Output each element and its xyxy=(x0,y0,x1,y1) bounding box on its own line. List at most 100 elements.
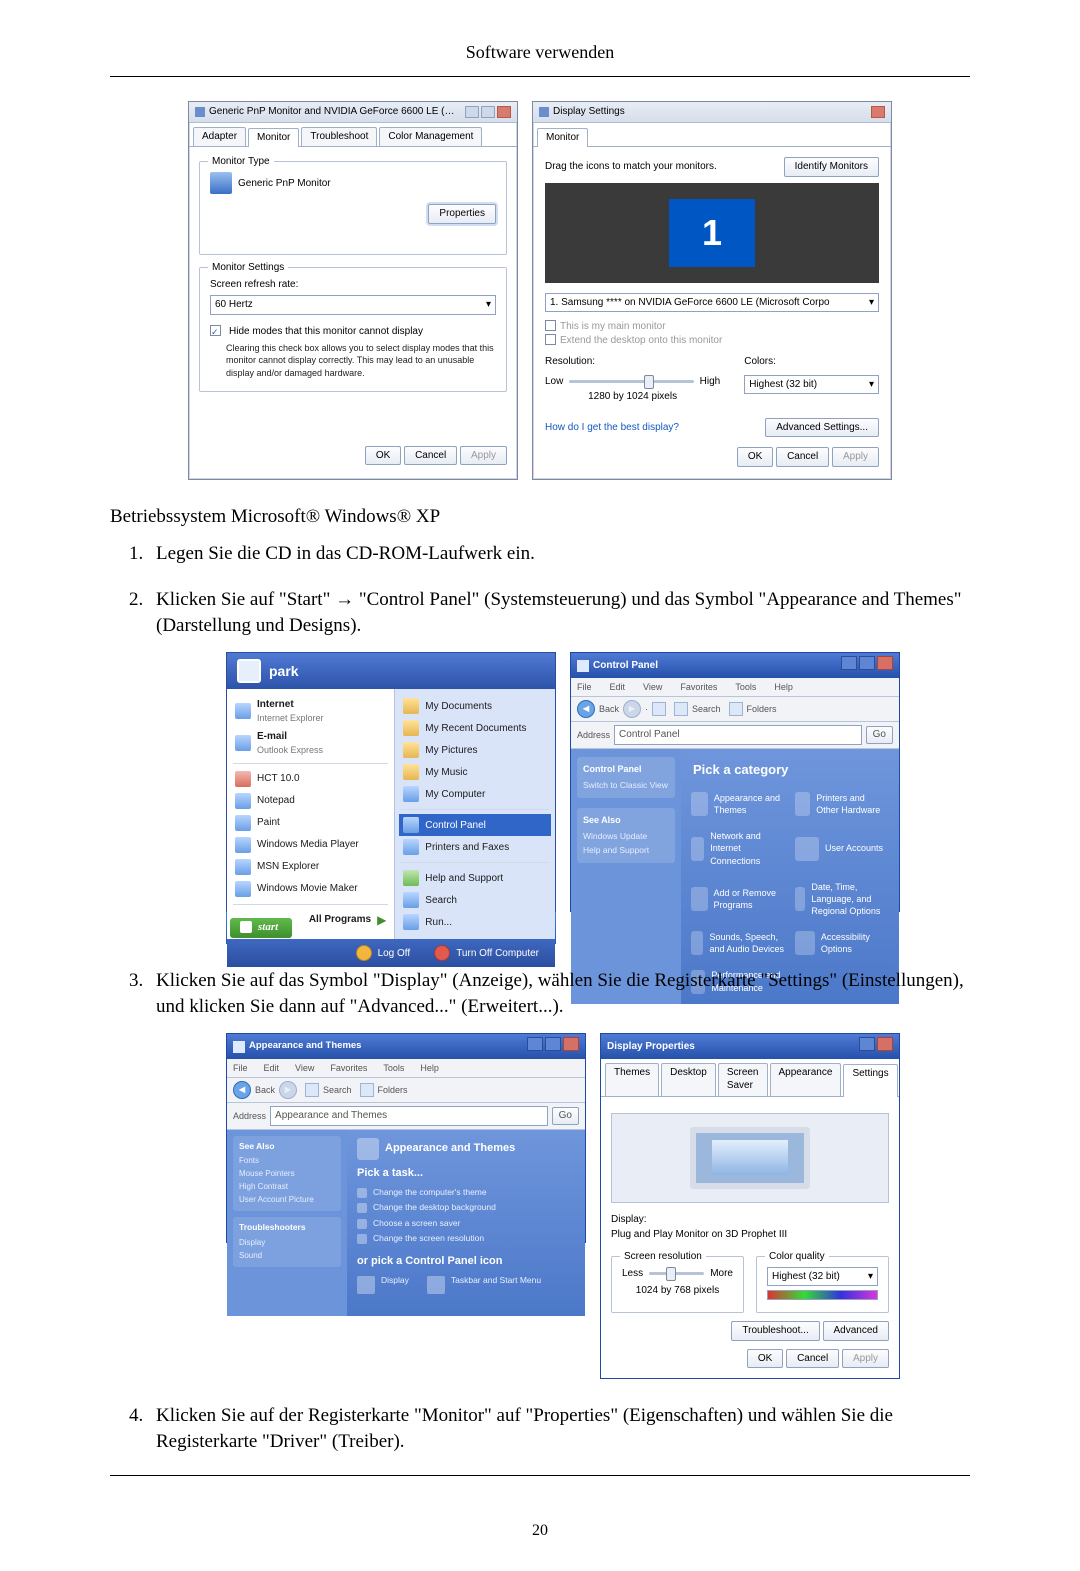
tab-desktop[interactable]: Desktop xyxy=(661,1063,716,1096)
monitor-select[interactable]: 1. Samsung **** on NVIDIA GeForce 6600 L… xyxy=(545,293,879,313)
start-menu-item[interactable]: Printers and Faxes xyxy=(399,836,551,858)
task-link[interactable]: Choose a screen saver xyxy=(357,1218,575,1229)
category-item[interactable]: User Accounts xyxy=(795,830,889,866)
up-icon[interactable] xyxy=(652,702,666,716)
side-panel-link[interactable]: Windows Update xyxy=(583,830,669,843)
start-menu-item[interactable]: Windows Movie Maker xyxy=(231,878,390,900)
cancel-button[interactable]: Cancel xyxy=(404,446,457,466)
menu-edit[interactable]: Edit xyxy=(264,1062,280,1074)
task-link[interactable]: Change the screen resolution xyxy=(357,1233,575,1244)
side-panel-link[interactable]: Mouse Pointers xyxy=(239,1168,335,1181)
forward-button[interactable]: ► xyxy=(279,1081,297,1099)
close-icon[interactable] xyxy=(497,106,511,118)
task-link[interactable]: Change the computer's theme xyxy=(357,1187,575,1198)
start-menu-item[interactable]: My Pictures xyxy=(399,739,551,761)
window-controls[interactable] xyxy=(871,106,885,118)
tab-monitor[interactable]: Monitor xyxy=(248,128,299,148)
menu-view[interactable]: View xyxy=(295,1062,314,1074)
menu-tools[interactable]: Tools xyxy=(735,681,756,693)
start-button[interactable]: start xyxy=(230,918,292,938)
properties-button[interactable]: Properties xyxy=(428,204,496,224)
window-controls[interactable] xyxy=(465,106,511,118)
cancel-button[interactable]: Cancel xyxy=(776,447,829,467)
start-menu-item[interactable]: HCT 10.0 xyxy=(231,768,390,790)
monitor-1-icon[interactable]: 1 xyxy=(667,197,757,269)
advanced-settings-button[interactable]: Advanced Settings... xyxy=(765,418,879,438)
turnoff-button[interactable]: Turn Off Computer xyxy=(426,943,547,963)
folders-icon[interactable] xyxy=(729,702,743,716)
start-menu-item[interactable]: Help and Support xyxy=(399,867,551,889)
start-menu-item[interactable]: My Documents xyxy=(399,695,551,717)
start-menu-item[interactable]: InternetInternet Explorer xyxy=(231,695,390,727)
close-icon[interactable] xyxy=(871,106,885,118)
tab-themes[interactable]: Themes xyxy=(605,1063,659,1096)
color-quality-select[interactable]: Highest (32 bit)▾ xyxy=(767,1267,878,1287)
back-button[interactable]: ◄ xyxy=(577,700,595,718)
maximize-icon[interactable] xyxy=(481,106,495,118)
side-panel-link[interactable]: Sound xyxy=(239,1250,335,1263)
start-menu-item[interactable]: Run... xyxy=(399,911,551,933)
tab-appearance[interactable]: Appearance xyxy=(770,1063,842,1096)
ok-button[interactable]: OK xyxy=(737,447,773,467)
identify-monitors-button[interactable]: Identify Monitors xyxy=(784,157,879,177)
tab-color-management[interactable]: Color Management xyxy=(379,127,482,147)
address-bar[interactable]: Control Panel xyxy=(614,725,862,745)
tab-screen-saver[interactable]: Screen Saver xyxy=(718,1063,768,1096)
menu-tools[interactable]: Tools xyxy=(383,1062,404,1074)
category-item[interactable]: Add or Remove Programs xyxy=(691,881,785,917)
category-item[interactable]: Appearance and Themes xyxy=(691,792,785,816)
category-item[interactable]: Accessibility Options xyxy=(795,931,889,955)
menu-favorites[interactable]: Favorites xyxy=(680,681,717,693)
address-bar[interactable]: Appearance and Themes xyxy=(270,1106,548,1126)
start-menu-item[interactable]: Notepad xyxy=(231,790,390,812)
menu-favorites[interactable]: Favorites xyxy=(330,1062,367,1074)
menu-view[interactable]: View xyxy=(643,681,662,693)
go-button[interactable]: Go xyxy=(866,726,893,744)
colors-select[interactable]: Highest (32 bit) ▾ xyxy=(744,375,879,395)
apply-button[interactable]: Apply xyxy=(460,446,507,466)
forward-button[interactable]: ► xyxy=(623,700,641,718)
start-menu-item[interactable]: My Recent Documents xyxy=(399,717,551,739)
folders-icon[interactable] xyxy=(360,1083,374,1097)
category-item[interactable]: Printers and Other Hardware xyxy=(795,792,889,816)
cancel-button[interactable]: Cancel xyxy=(786,1349,839,1369)
category-item[interactable]: Date, Time, Language, and Regional Optio… xyxy=(795,881,889,917)
go-button[interactable]: Go xyxy=(552,1107,579,1125)
resolution-slider[interactable] xyxy=(569,380,693,383)
ok-button[interactable]: OK xyxy=(365,446,401,466)
window-controls[interactable] xyxy=(525,1037,579,1056)
best-display-link[interactable]: How do I get the best display? xyxy=(545,421,679,435)
menu-file[interactable]: File xyxy=(233,1062,248,1074)
hide-modes-checkbox[interactable] xyxy=(210,325,221,336)
start-menu-item[interactable]: Control Panel xyxy=(399,814,551,836)
cp-icon-link[interactable]: Display xyxy=(357,1275,409,1294)
logoff-button[interactable]: Log Off xyxy=(348,943,419,963)
slider-thumb[interactable] xyxy=(644,375,654,389)
tab-settings[interactable]: Settings xyxy=(843,1064,897,1097)
back-button[interactable]: ◄ xyxy=(233,1081,251,1099)
start-menu-item[interactable]: E-mailOutlook Express xyxy=(231,727,390,759)
side-panel-link[interactable]: Display xyxy=(239,1237,335,1250)
tab-adapter[interactable]: Adapter xyxy=(193,127,246,147)
menu-file[interactable]: File xyxy=(577,681,592,693)
tab-monitor[interactable]: Monitor xyxy=(537,128,588,148)
side-panel-link[interactable]: High Contrast xyxy=(239,1181,335,1194)
start-menu-item[interactable]: Paint xyxy=(231,812,390,834)
search-icon[interactable] xyxy=(305,1083,319,1097)
advanced-button[interactable]: Advanced xyxy=(823,1321,889,1341)
category-item[interactable]: Sounds, Speech, and Audio Devices xyxy=(691,931,785,955)
side-panel-link[interactable]: Fonts xyxy=(239,1155,335,1168)
cp-icon-link[interactable]: Taskbar and Start Menu xyxy=(427,1275,541,1294)
menu-help[interactable]: Help xyxy=(774,681,793,693)
start-menu-item[interactable]: MSN Explorer xyxy=(231,856,390,878)
menu-help[interactable]: Help xyxy=(420,1062,439,1074)
window-controls[interactable] xyxy=(857,1037,893,1056)
ok-button[interactable]: OK xyxy=(747,1349,783,1369)
start-menu-item[interactable]: Windows Media Player xyxy=(231,834,390,856)
side-panel-link[interactable]: Switch to Classic View xyxy=(583,779,669,792)
side-panel-link[interactable]: User Account Picture xyxy=(239,1194,335,1207)
search-icon[interactable] xyxy=(674,702,688,716)
slider-thumb[interactable] xyxy=(666,1267,676,1281)
refresh-rate-select[interactable]: 60 Hertz ▾ xyxy=(210,295,496,315)
minimize-icon[interactable] xyxy=(465,106,479,118)
